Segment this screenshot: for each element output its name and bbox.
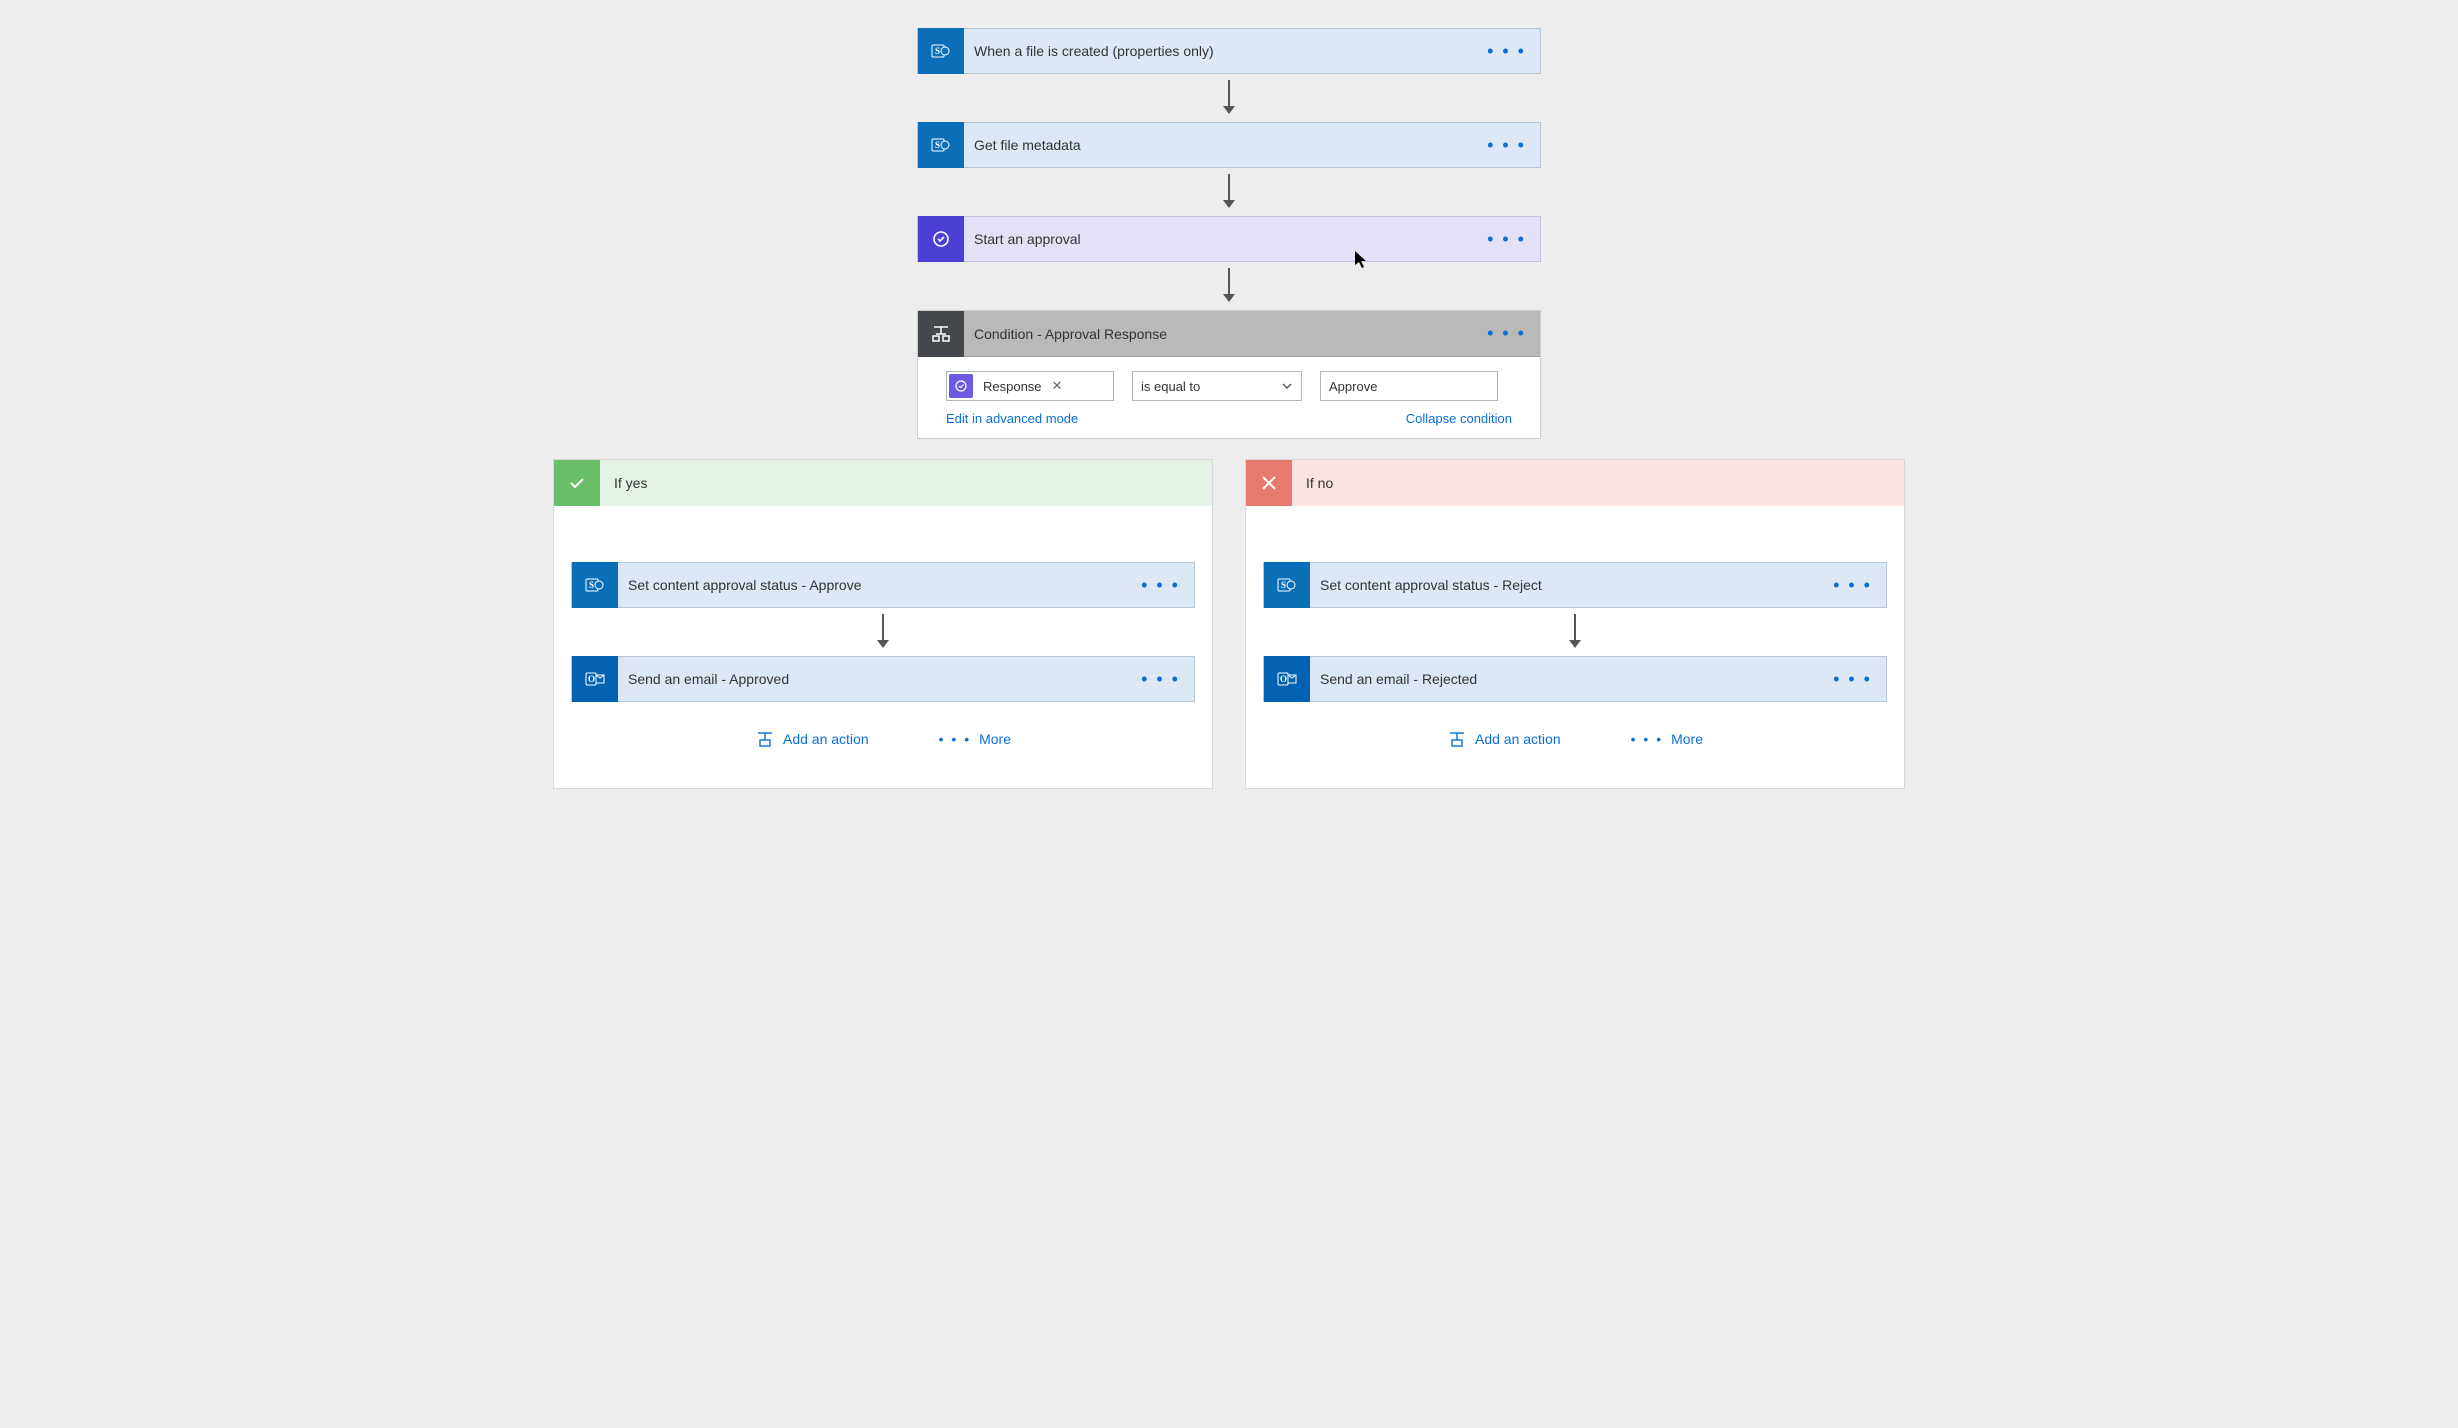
condition-operator-select[interactable]: is equal to: [1132, 371, 1302, 401]
svg-text:S: S: [935, 140, 940, 150]
branch-yes-title: If yes: [600, 475, 647, 491]
step-menu-icon[interactable]: • • •: [1819, 575, 1886, 596]
chevron-down-icon: [1281, 380, 1293, 392]
token-remove-icon[interactable]: ✕: [1052, 378, 1069, 394]
condition-value-input[interactable]: Approve: [1320, 371, 1498, 401]
approval-icon: [918, 216, 964, 262]
condition-left-token[interactable]: Response ✕: [946, 371, 1114, 401]
add-action-label: Add an action: [783, 731, 869, 747]
trigger-step[interactable]: S When a file is created (properties onl…: [917, 28, 1541, 74]
svg-text:S: S: [935, 46, 940, 56]
step-menu-icon[interactable]: • • •: [1819, 669, 1886, 690]
cursor-icon: [1354, 250, 1370, 270]
step-menu-icon[interactable]: • • •: [1127, 575, 1194, 596]
condition-icon: [918, 311, 964, 357]
more-button[interactable]: • • • More: [1631, 730, 1703, 748]
outlook-icon: O: [572, 656, 618, 702]
step-menu-icon[interactable]: • • •: [1473, 323, 1540, 344]
arrow: [874, 608, 892, 656]
operator-value: is equal to: [1141, 379, 1200, 394]
condition-title: Condition - Approval Response: [964, 326, 1473, 342]
step-title: When a file is created (properties only): [964, 43, 1473, 59]
svg-text:S: S: [1281, 580, 1286, 590]
value-text: Approve: [1329, 379, 1377, 394]
sharepoint-icon: S: [918, 122, 964, 168]
more-button[interactable]: • • • More: [939, 730, 1011, 748]
action-send-email-approved[interactable]: O Send an email - Approved • • •: [571, 656, 1195, 702]
branch-no-title: If no: [1292, 475, 1333, 491]
condition-header[interactable]: Condition - Approval Response • • •: [918, 311, 1540, 357]
token-label: Response: [973, 379, 1052, 394]
arrow: [917, 262, 1541, 310]
arrow: [917, 74, 1541, 122]
branch-yes: If yes S Set content approval status - A…: [553, 459, 1213, 789]
step-menu-icon[interactable]: • • •: [1473, 229, 1540, 250]
more-label: More: [1671, 731, 1703, 747]
arrow: [1566, 608, 1584, 656]
action-send-email-rejected[interactable]: O Send an email - Rejected • • •: [1263, 656, 1887, 702]
sharepoint-icon: S: [572, 562, 618, 608]
action-step-get-file-metadata[interactable]: S Get file metadata • • •: [917, 122, 1541, 168]
outlook-icon: O: [1264, 656, 1310, 702]
step-title: Send an email - Rejected: [1310, 671, 1819, 687]
add-action-label: Add an action: [1475, 731, 1561, 747]
arrow: [917, 168, 1541, 216]
close-icon: [1246, 460, 1292, 506]
step-menu-icon[interactable]: • • •: [1473, 135, 1540, 156]
step-title: Set content approval status - Reject: [1310, 577, 1819, 593]
sharepoint-icon: S: [1264, 562, 1310, 608]
step-title: Get file metadata: [964, 137, 1473, 153]
svg-text:S: S: [589, 580, 594, 590]
step-menu-icon[interactable]: • • •: [1127, 669, 1194, 690]
step-menu-icon[interactable]: • • •: [1473, 41, 1540, 62]
sharepoint-icon: S: [918, 28, 964, 74]
add-action-button[interactable]: Add an action: [755, 730, 869, 748]
add-action-button[interactable]: Add an action: [1447, 730, 1561, 748]
branch-yes-header: If yes: [554, 460, 1212, 506]
edit-advanced-link[interactable]: Edit in advanced mode: [946, 411, 1078, 426]
check-icon: [554, 460, 600, 506]
step-title: Send an email - Approved: [618, 671, 1127, 687]
step-title: Set content approval status - Approve: [618, 577, 1127, 593]
step-title: Start an approval: [964, 231, 1473, 247]
svg-text:O: O: [588, 674, 595, 684]
condition-card: Condition - Approval Response • • • Resp…: [917, 310, 1541, 439]
action-step-start-approval[interactable]: Start an approval • • •: [917, 216, 1541, 262]
action-set-approval-approve[interactable]: S Set content approval status - Approve …: [571, 562, 1195, 608]
collapse-condition-link[interactable]: Collapse condition: [1406, 411, 1512, 426]
branch-no: If no S Set content approval status - Re…: [1245, 459, 1905, 789]
approval-token-icon: [949, 374, 973, 398]
more-label: More: [979, 731, 1011, 747]
branch-no-header: If no: [1246, 460, 1904, 506]
more-dots-icon: • • •: [939, 731, 971, 747]
more-dots-icon: • • •: [1631, 731, 1663, 747]
action-set-approval-reject[interactable]: S Set content approval status - Reject •…: [1263, 562, 1887, 608]
svg-text:O: O: [1280, 674, 1287, 684]
